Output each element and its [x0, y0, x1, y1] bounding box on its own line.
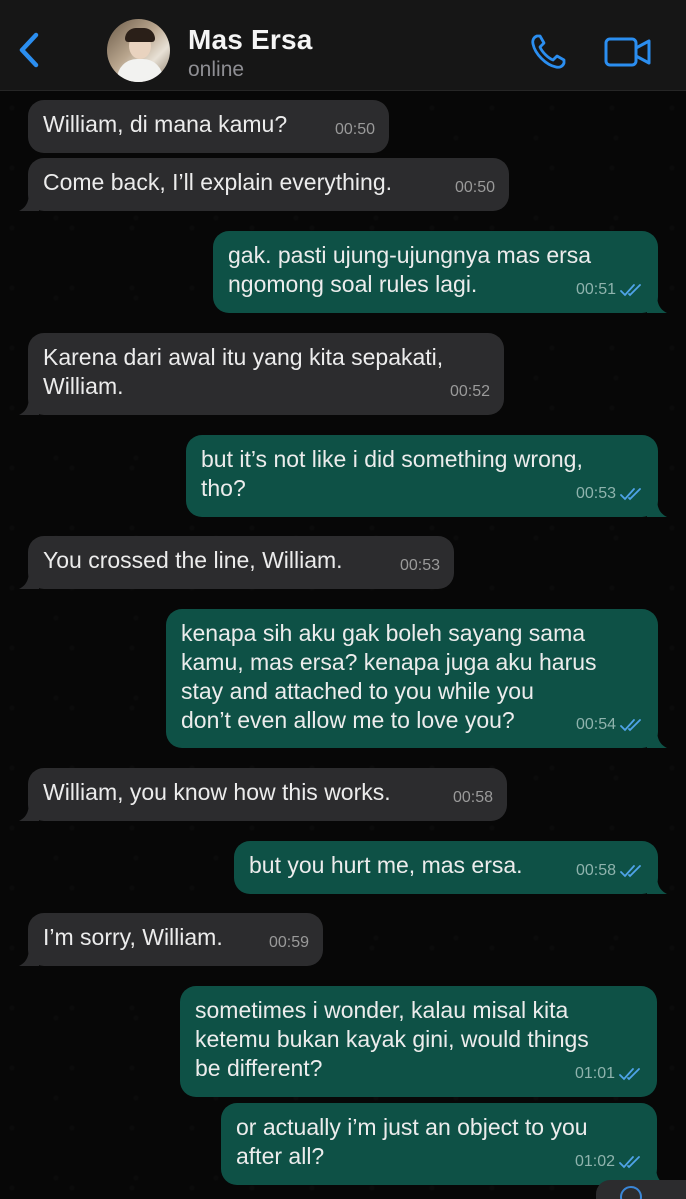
read-ticks-icon — [620, 864, 641, 877]
contact-status: online — [188, 58, 245, 81]
message-text: kenapa sih aku gak boleh sayang sama kam… — [181, 620, 597, 733]
bubble-tail — [19, 946, 39, 966]
message-time: 00:58 — [452, 789, 493, 806]
bubble-tail — [19, 395, 39, 415]
message-meta: 00:50 — [335, 115, 375, 144]
message-text: Karena dari awal itu yang kita sepakati,… — [43, 344, 444, 399]
outgoing-message[interactable]: sometimes i wonder, kalau misal kita ket… — [180, 986, 657, 1097]
avatar[interactable] — [107, 19, 170, 82]
message-time: 00:50 — [454, 179, 495, 196]
message-time: 01:02 — [574, 1153, 615, 1170]
read-ticks-icon — [620, 283, 641, 296]
read-ticks-icon — [619, 1155, 640, 1168]
read-ticks-icon — [619, 1067, 640, 1080]
read-ticks-icon — [620, 718, 641, 731]
message-meta: 00:50 — [455, 173, 495, 202]
incoming-message[interactable]: I’m sorry, William. 00:59 — [19, 913, 323, 966]
message-time: 00:50 — [334, 121, 375, 138]
message-text: Come back, I’ll explain everything. — [43, 169, 392, 195]
outgoing-message[interactable]: gak. pasti ujung-ujungnya mas ersa ngomo… — [213, 231, 667, 313]
chevron-down-icon — [620, 1186, 642, 1199]
message-meta: 00:52 — [450, 377, 490, 406]
message-meta: 00:54 — [576, 710, 644, 739]
incoming-message[interactable]: Karena dari awal itu yang kita sepakati,… — [19, 333, 504, 415]
outgoing-message[interactable]: but you hurt me, mas ersa. 00:58 — [234, 841, 667, 894]
video-camera-icon[interactable] — [604, 36, 652, 68]
message-meta: 01:01 — [575, 1059, 643, 1088]
bubble-tail — [19, 191, 39, 211]
message-meta: 00:53 — [576, 479, 644, 508]
message-time: 00:52 — [449, 383, 490, 400]
scroll-down-button[interactable] — [596, 1180, 686, 1199]
message-time: 00:53 — [399, 557, 440, 574]
incoming-message[interactable]: William, di mana kamu? 00:50 — [28, 100, 389, 153]
message-text: William, you know how this works. — [43, 779, 391, 805]
message-time: 00:58 — [575, 862, 616, 879]
message-time: 00:53 — [575, 485, 616, 502]
read-ticks-icon — [620, 487, 641, 500]
message-time: 00:51 — [575, 281, 616, 298]
message-meta: 00:58 — [453, 783, 493, 812]
message-meta: 00:58 — [576, 856, 644, 885]
chat-header: Mas Ersa online — [0, 0, 686, 91]
message-meta: 00:51 — [576, 275, 644, 304]
outgoing-message[interactable]: or actually i’m just an object to you af… — [221, 1103, 666, 1185]
message-time: 00:54 — [575, 716, 616, 733]
bubble-tail — [19, 801, 39, 821]
bubble-tail — [647, 497, 667, 517]
bubble-tail — [19, 569, 39, 589]
phone-icon[interactable] — [528, 32, 568, 72]
outgoing-message[interactable]: but it’s not like i did something wrong,… — [186, 435, 667, 517]
incoming-message[interactable]: William, you know how this works. 00:58 — [19, 768, 507, 821]
message-text: You crossed the line, William. — [43, 547, 343, 573]
contact-name[interactable]: Mas Ersa — [188, 24, 313, 56]
message-text: William, di mana kamu? — [43, 111, 288, 137]
message-meta: 00:59 — [269, 928, 309, 957]
chevron-left-icon[interactable] — [14, 30, 44, 70]
bubble-tail — [647, 728, 667, 748]
message-meta: 00:53 — [400, 551, 440, 580]
message-time: 01:01 — [574, 1065, 615, 1082]
message-meta: 01:02 — [575, 1147, 643, 1176]
incoming-message[interactable]: Come back, I’ll explain everything. 00:50 — [19, 158, 509, 211]
outgoing-message[interactable]: kenapa sih aku gak boleh sayang sama kam… — [166, 609, 667, 748]
chat-screen: Mas Ersa online William, di mana kamu? 00… — [0, 0, 686, 1199]
bubble-tail — [647, 874, 667, 894]
bubble-tail — [647, 293, 667, 313]
incoming-message[interactable]: You crossed the line, William. 00:53 — [19, 536, 454, 589]
message-time: 00:59 — [268, 934, 309, 951]
